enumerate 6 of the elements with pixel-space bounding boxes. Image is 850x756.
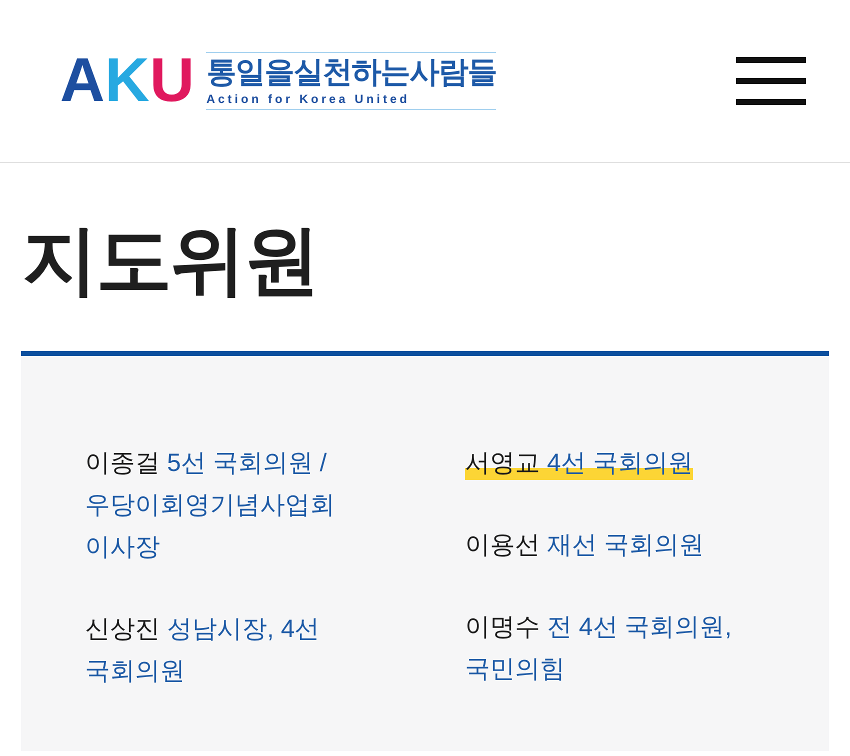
member-entry: 이종걸 5선 국회의원 / 우당이회영기념사업회 이사장 <box>85 448 336 563</box>
member-entry: 이명수 전 4선 국회의원, 국민의힘 <box>465 612 733 685</box>
member-entry: 신상진 성남시장, 4선 국회의원 <box>85 614 321 687</box>
member-entry: 이용선 재선 국회의원 <box>465 530 705 561</box>
page-title: 지도위원 <box>21 223 319 299</box>
menu-icon[interactable] <box>736 57 806 105</box>
